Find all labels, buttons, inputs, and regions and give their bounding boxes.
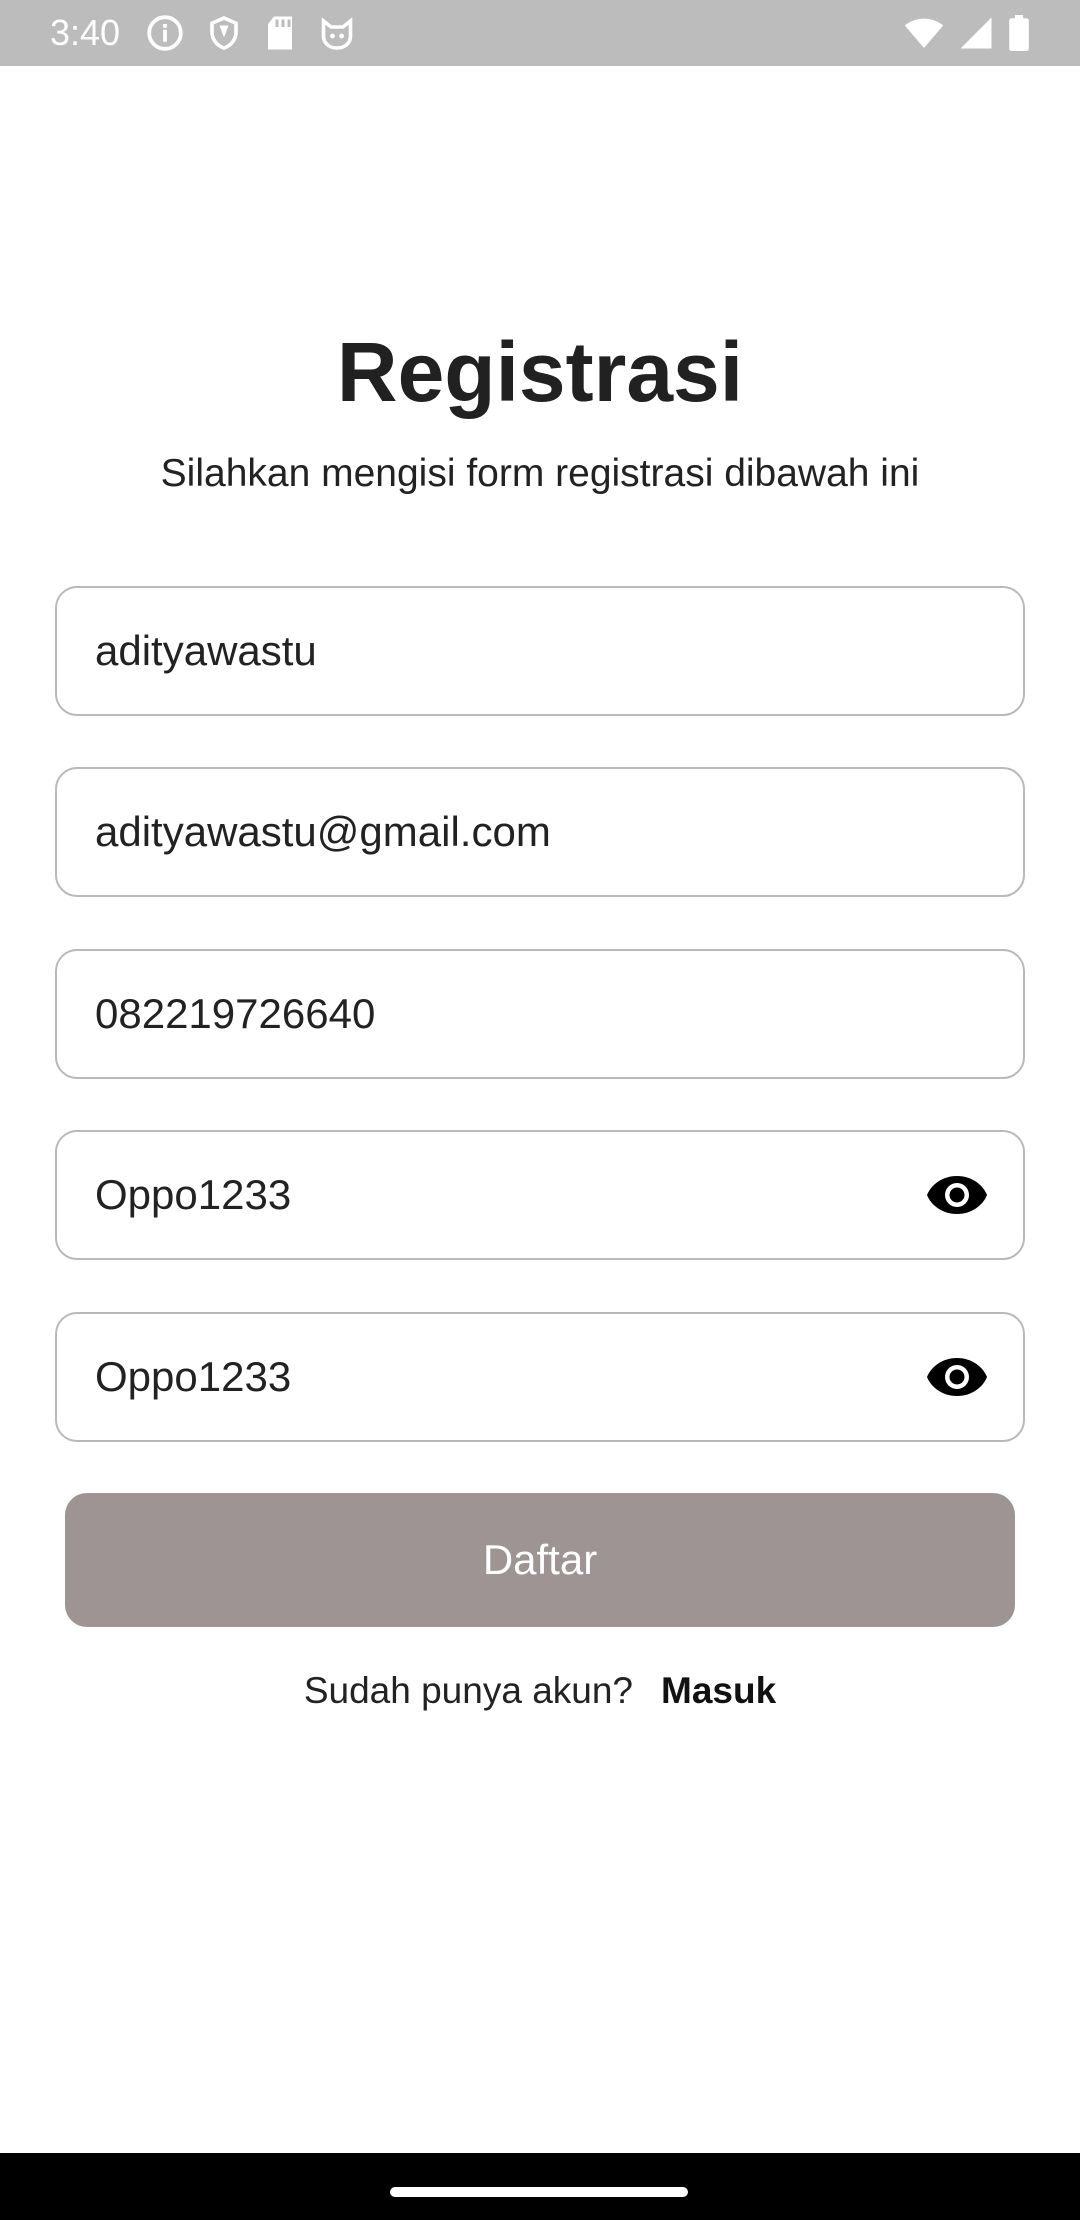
status-right-icons — [904, 15, 1030, 51]
status-bar: 3:40 — [0, 0, 1080, 66]
username-input[interactable] — [57, 588, 1023, 714]
shield-icon — [206, 14, 242, 52]
eye-icon[interactable] — [925, 1345, 989, 1409]
password-input[interactable] — [57, 1132, 925, 1258]
login-question: Sudah punya akun? — [303, 1670, 633, 1711]
registration-screen: 3:40 Registrasi Silahkan mengisi form re… — [0, 0, 1080, 2220]
status-left-icons — [146, 14, 356, 52]
phone-input[interactable] — [57, 951, 1023, 1077]
cat-face-icon — [318, 15, 356, 51]
page-subtitle: Silahkan mengisi form registrasi dibawah… — [160, 452, 920, 495]
page-title: Registrasi — [336, 325, 744, 419]
login-link[interactable]: Masuk — [661, 1670, 776, 1711]
info-icon — [146, 14, 184, 52]
sd-card-icon — [264, 15, 296, 51]
eye-icon[interactable] — [925, 1163, 989, 1227]
email-input[interactable] — [57, 769, 1023, 895]
signal-icon — [958, 16, 994, 50]
home-indicator[interactable] — [390, 2187, 688, 2197]
register-button[interactable]: Daftar — [65, 1493, 1015, 1627]
confirm-password-input[interactable] — [57, 1314, 925, 1440]
phone-field[interactable] — [55, 949, 1025, 1079]
status-time: 3:40 — [50, 12, 121, 53]
username-field[interactable] — [55, 586, 1025, 716]
login-prompt: Sudah punya akun? Masuk — [0, 1672, 1080, 1709]
password-field[interactable] — [55, 1130, 1025, 1260]
email-field[interactable] — [55, 767, 1025, 897]
navigation-bar — [0, 2153, 1080, 2220]
wifi-icon — [904, 16, 944, 50]
confirm-password-field[interactable] — [55, 1312, 1025, 1442]
battery-icon — [1008, 15, 1030, 51]
